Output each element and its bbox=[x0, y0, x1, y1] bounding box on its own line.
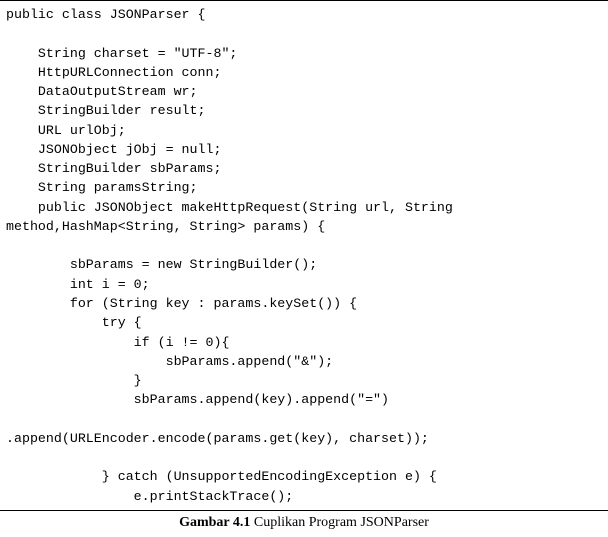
figure-caption-label: Gambar 4.1 bbox=[179, 515, 250, 530]
figure-caption: Gambar 4.1 Cuplikan Program JSONParser bbox=[0, 511, 608, 537]
figure-caption-text: Cuplikan Program JSONParser bbox=[250, 515, 429, 530]
code-snippet-box: public class JSONParser { String charset… bbox=[0, 0, 608, 511]
